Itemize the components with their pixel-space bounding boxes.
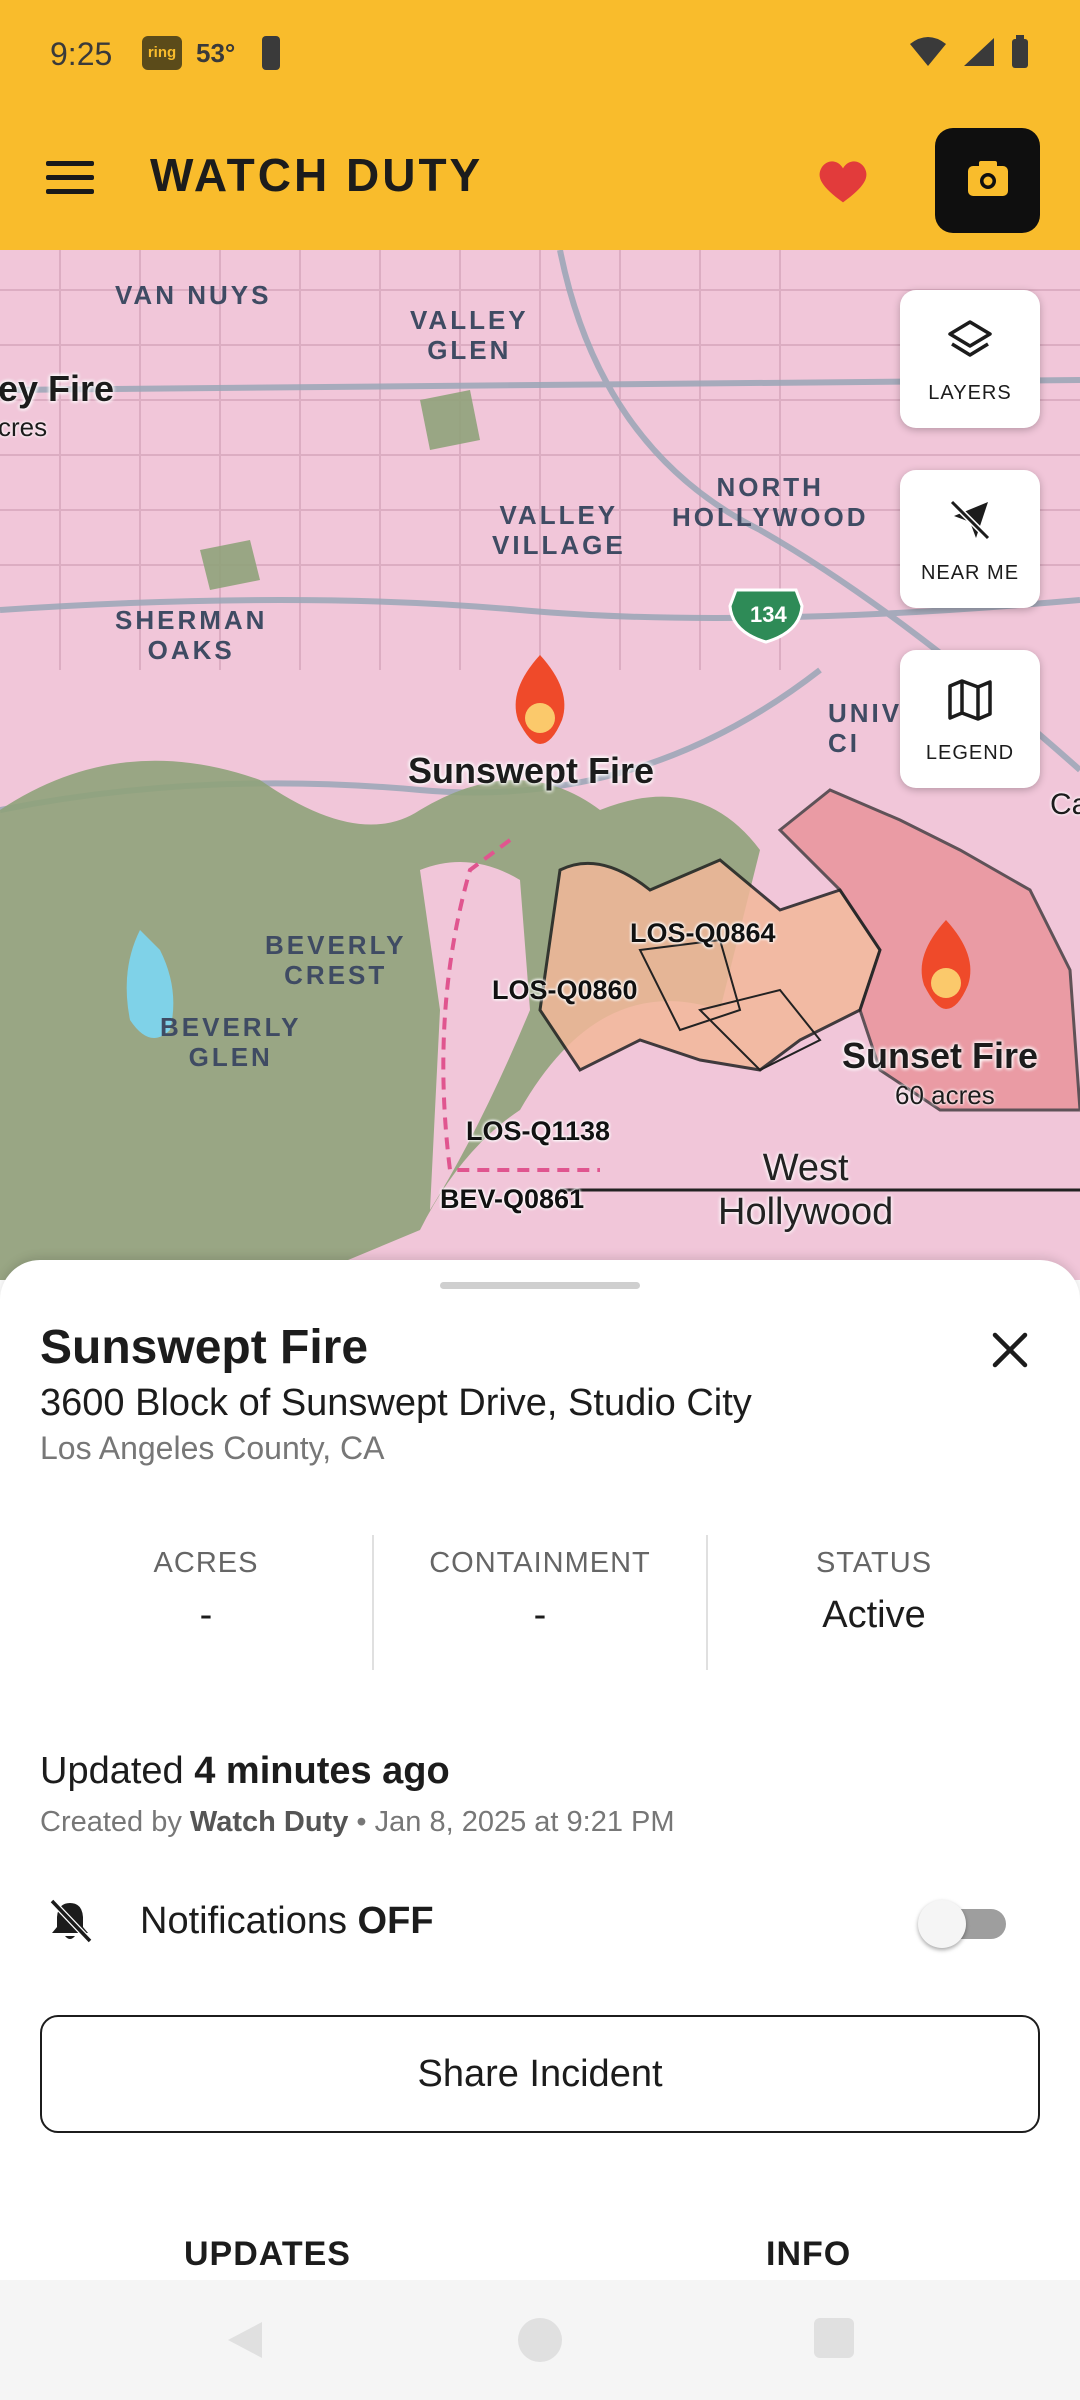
created-date: • Jan 8, 2025 at 9:21 PM	[356, 1806, 675, 1838]
layers-button[interactable]: LAYERS	[900, 290, 1040, 428]
map-label-line: CI	[828, 728, 860, 758]
stat-acres: ACRES -	[40, 1535, 372, 1670]
stat-containment: CONTAINMENT -	[372, 1535, 706, 1670]
map-label-line: OAKS	[147, 635, 235, 665]
ring-app-icon: ring	[142, 36, 182, 70]
stat-acres-value: -	[199, 1594, 213, 1636]
notifications-off-icon	[49, 1898, 93, 1944]
system-nav-bar	[0, 2280, 1080, 2400]
stat-acres-label: ACRES	[153, 1547, 259, 1579]
home-icon[interactable]	[518, 2318, 562, 2362]
map-label-line: UNIV	[828, 698, 903, 728]
zone-label-los-q0860[interactable]: LOS-Q0860	[492, 975, 638, 1006]
wifi-icon	[910, 37, 946, 66]
near-me-label: NEAR ME	[920, 562, 1020, 584]
map-label-line: CREST	[284, 960, 388, 990]
app-bar: WATCH DUTY	[0, 110, 1080, 250]
close-icon[interactable]	[980, 1320, 1040, 1380]
notifications-prefix: Notifications	[140, 1900, 347, 1942]
map-view[interactable]: VAN NUYS VALLEY GLEN NORTH HOLLYWOOD VAL…	[0, 250, 1080, 1280]
map-label-sherman-oaks: SHERMAN OAKS	[115, 605, 267, 665]
map-label-valley-village: VALLEY VILLAGE	[492, 500, 626, 560]
fire-label-sunswept[interactable]: Sunswept Fire	[408, 750, 654, 792]
back-icon[interactable]	[222, 2318, 266, 2362]
layers-label: LAYERS	[928, 382, 1012, 404]
incident-title: Sunswept Fire	[40, 1321, 369, 1374]
stat-containment-label: CONTAINMENT	[429, 1547, 651, 1579]
map-label-edge: Ca	[1050, 788, 1080, 821]
sheet-drag-handle[interactable]	[440, 1282, 640, 1289]
camera-icon	[968, 161, 1008, 196]
recent-apps-icon[interactable]	[814, 2318, 854, 2358]
updated-line: Updated 4 minutes ago	[40, 1750, 450, 1793]
map-label-line: BEVERLY	[160, 1012, 302, 1042]
menu-icon[interactable]	[40, 152, 100, 212]
map-label-line: GLEN	[427, 335, 512, 365]
battery-saver-icon	[262, 36, 280, 70]
map-label-line: VALLEY	[499, 500, 619, 530]
legend-label: LEGEND	[925, 742, 1015, 764]
stat-containment-value: -	[533, 1594, 547, 1636]
fire-acres-left-partial: cres	[0, 412, 48, 442]
notifications-state: OFF	[357, 1900, 434, 1942]
cell-signal-icon	[964, 38, 994, 66]
map-label-line: NORTH	[716, 472, 824, 502]
map-label-line: West	[762, 1147, 849, 1189]
map-label-universal-city: UNIV CI	[828, 698, 902, 758]
share-incident-button[interactable]: Share Incident	[40, 2015, 1040, 2133]
incident-stats: ACRES - CONTAINMENT - STATUS Active	[40, 1535, 1040, 1670]
map-label-west-hollywood: West Hollywood	[718, 1146, 893, 1234]
map-label-line: SHERMAN	[115, 605, 268, 635]
created-by: Watch Duty	[189, 1806, 349, 1838]
toggle-knob	[918, 1900, 966, 1948]
map-label-line: Hollywood	[718, 1191, 894, 1233]
map-label-line: VALLEY	[410, 305, 529, 335]
map-label-valley-glen: VALLEY GLEN	[410, 305, 529, 365]
map-label-line: VILLAGE	[492, 530, 626, 560]
app-logo: WATCH DUTY	[150, 149, 484, 201]
battery-icon	[1012, 35, 1028, 68]
created-prefix: Created by	[40, 1806, 182, 1838]
stat-status: STATUS Active	[706, 1535, 1040, 1670]
tab-info[interactable]: INFO	[766, 2235, 851, 2274]
map-label-line: BEVERLY	[265, 930, 407, 960]
notifications-toggle[interactable]	[918, 1900, 1010, 1948]
top-bar: 9:25 ring 53° WATCH DUTY	[0, 0, 1080, 250]
notifications-label: Notifications OFF	[140, 1900, 434, 1943]
tab-updates[interactable]: UPDATES	[184, 2235, 351, 2274]
map-legend-icon	[948, 679, 992, 721]
near-me-button[interactable]: NEAR ME	[900, 470, 1040, 608]
fire-label-sunset[interactable]: Sunset Fire	[842, 1035, 1038, 1077]
system-icons	[908, 34, 1030, 70]
status-temperature: 53°	[196, 38, 236, 68]
fire-acres-sunset: 60 acres	[895, 1080, 995, 1110]
map-label-beverly-crest: BEVERLY CREST	[265, 930, 406, 990]
status-bar: 9:25 ring 53°	[0, 0, 1080, 110]
legend-button[interactable]: LEGEND	[900, 650, 1040, 788]
heart-icon[interactable]	[812, 150, 874, 212]
map-label-van-nuys: VAN NUYS	[115, 280, 272, 310]
highway-shield-label: 134	[750, 602, 787, 627]
zone-label-los-q0864[interactable]: LOS-Q0864	[630, 918, 776, 949]
camera-button[interactable]	[935, 128, 1040, 233]
zone-label-los-q1138[interactable]: LOS-Q1138	[466, 1116, 610, 1147]
map-label-line: HOLLYWOOD	[672, 502, 869, 532]
layers-icon	[948, 320, 992, 357]
fire-label-left-partial[interactable]: ey Fire	[0, 368, 114, 410]
map-label-beverly-glen: BEVERLY GLEN	[160, 1012, 301, 1072]
incident-address: 3600 Block of Sunswept Drive, Studio Cit…	[40, 1382, 752, 1424]
map-label-line: GLEN	[188, 1042, 273, 1072]
incident-county: Los Angeles County, CA	[40, 1430, 385, 1466]
map-label-north-hollywood: NORTH HOLLYWOOD	[672, 472, 868, 532]
zone-label-bev-q0861[interactable]: BEV-Q0861	[440, 1184, 584, 1215]
updated-prefix: Updated	[40, 1750, 184, 1792]
incident-sheet: Sunswept Fire 3600 Block of Sunswept Dri…	[0, 1260, 1080, 2280]
updated-time: 4 minutes ago	[194, 1750, 450, 1792]
status-time: 9:25	[50, 36, 113, 72]
stat-status-value: Active	[822, 1594, 926, 1636]
created-line: Created by Watch Duty • Jan 8, 2025 at 9…	[40, 1806, 675, 1839]
stat-status-label: STATUS	[815, 1547, 933, 1579]
near-me-off-icon	[949, 499, 991, 541]
